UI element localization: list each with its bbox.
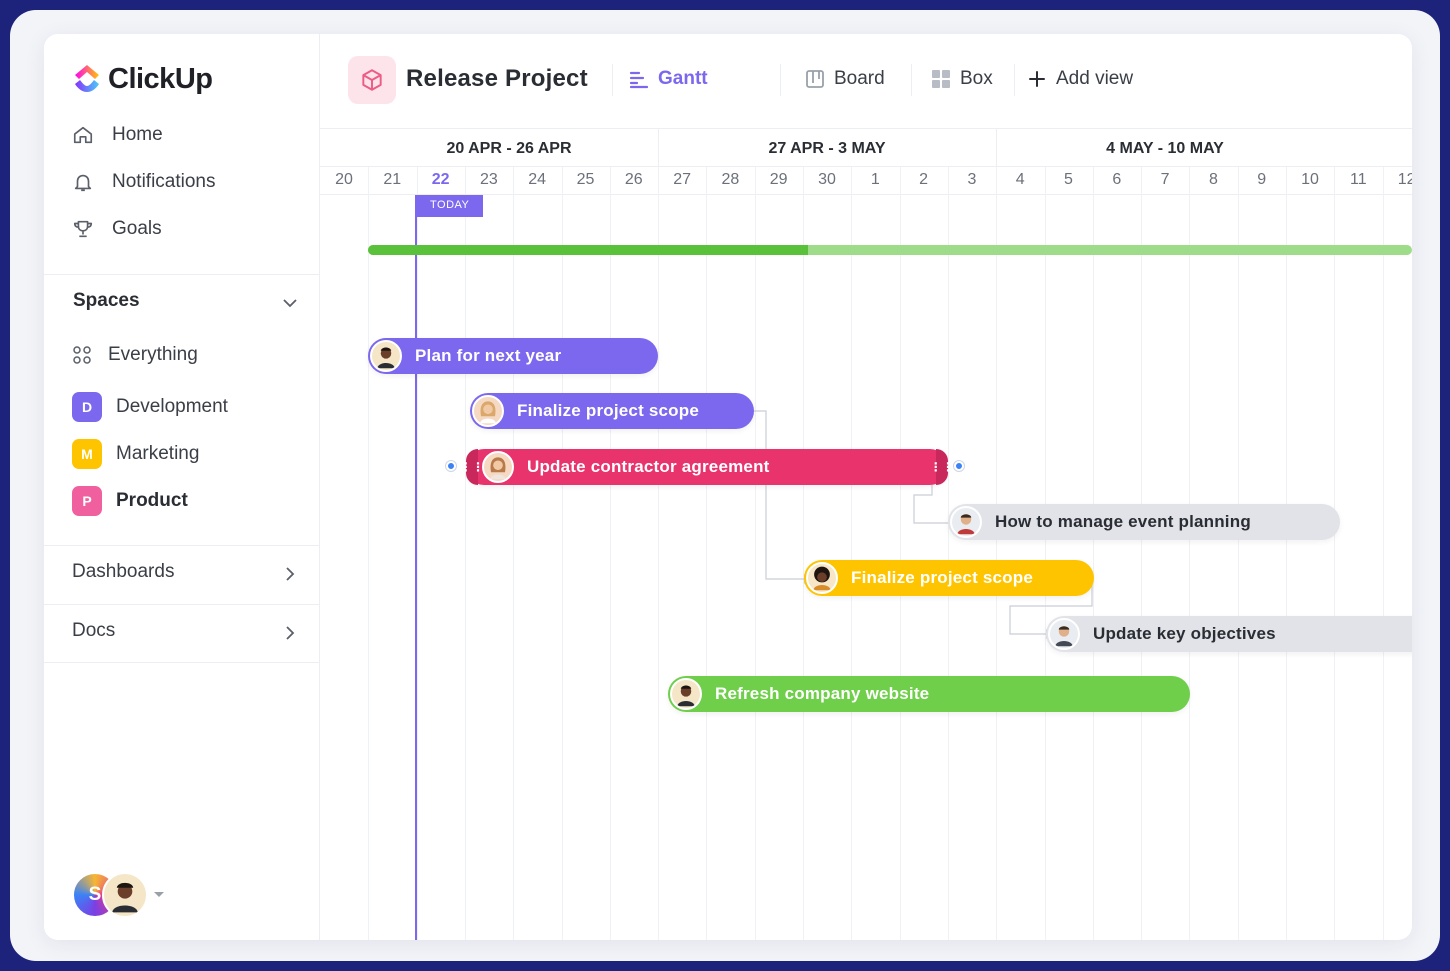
nav-notifications-label: Notifications (112, 171, 216, 192)
spaces-heading[interactable]: Spaces (73, 290, 140, 312)
tab-gantt-label: Gantt (658, 68, 708, 89)
assignee-avatar[interactable] (950, 506, 982, 538)
add-view-button[interactable]: Add view (1026, 68, 1133, 90)
nav-home-label: Home (112, 124, 163, 145)
assignee-avatar[interactable] (370, 340, 402, 372)
sidebar: ClickUp Home Notifications Goals Spaces (44, 34, 320, 940)
caret-down-icon[interactable] (154, 892, 164, 897)
cube-icon (362, 69, 382, 91)
nav-goals-label: Goals (112, 218, 162, 239)
space-marketing[interactable]: M Marketing (72, 439, 199, 469)
task-label: Plan for next year (415, 346, 562, 365)
main-area: Release Project Gantt Board Box Add view… (320, 34, 1412, 940)
space-development-label: Development (116, 396, 228, 417)
tab-board[interactable]: Board (804, 68, 885, 90)
home-icon (73, 126, 93, 144)
task-bar[interactable]: How to manage event planning (948, 504, 1340, 540)
space-product-label: Product (116, 490, 188, 511)
task-bar[interactable]: Finalize project scope (470, 393, 754, 429)
space-badge: P (72, 486, 102, 516)
space-badge: D (72, 392, 102, 422)
drag-connector-dot[interactable] (954, 461, 964, 471)
tab-board-label: Board (834, 68, 885, 89)
project-title: Release Project (406, 65, 588, 92)
dashboards-link[interactable]: Dashboards (72, 561, 174, 583)
chevron-down-icon[interactable] (281, 294, 299, 312)
space-badge: M (72, 439, 102, 469)
sidebar-divider (44, 545, 320, 546)
top-bar: Release Project Gantt Board Box Add view (320, 34, 1412, 129)
chevron-right-icon[interactable] (281, 565, 299, 583)
teammate-avatar[interactable] (102, 872, 148, 918)
sidebar-divider (44, 662, 320, 663)
task-label: Update contractor agreement (527, 457, 770, 476)
task-label: Refresh company website (715, 684, 930, 703)
assignee-avatar[interactable] (472, 395, 504, 427)
space-everything-label: Everything (108, 344, 198, 365)
project-icon (348, 56, 396, 104)
space-marketing-label: Marketing (116, 443, 200, 464)
tab-gantt[interactable]: Gantt (628, 68, 708, 90)
add-view-label: Add view (1056, 68, 1134, 89)
assignee-avatar[interactable] (670, 678, 702, 710)
assignee-avatar[interactable] (1048, 618, 1080, 650)
plus-icon (1029, 71, 1045, 87)
separator (1014, 64, 1015, 96)
space-development[interactable]: D Development (72, 392, 228, 422)
space-product[interactable]: P Product (72, 486, 188, 516)
logo-text: ClickUp (108, 62, 213, 95)
separator (612, 64, 613, 96)
tab-box-label: Box (960, 68, 993, 89)
separator (780, 64, 781, 96)
clickup-logo-icon (75, 65, 99, 92)
nav-notifications[interactable]: Notifications (72, 171, 216, 193)
grid-dots-icon (73, 346, 91, 364)
task-label: Update key objectives (1093, 624, 1276, 643)
task-label: How to manage event planning (995, 512, 1251, 531)
board-icon (806, 70, 824, 88)
box-icon (932, 70, 950, 88)
sidebar-divider (44, 604, 320, 605)
gantt-icon (629, 71, 649, 89)
drag-connector-dot[interactable] (446, 461, 456, 471)
task-label: Finalize project scope (851, 568, 1034, 587)
task-bar[interactable]: Update key objectives (1046, 616, 1412, 652)
assignee-avatar[interactable] (482, 451, 514, 483)
task-label: Finalize project scope (517, 401, 700, 420)
app-window: ClickUp Home Notifications Goals Spaces (44, 34, 1412, 940)
nav-goals[interactable]: Goals (72, 218, 162, 240)
task-bar[interactable]: Finalize project scope (804, 560, 1094, 596)
space-everything[interactable]: Everything (72, 344, 198, 366)
assignee-avatar[interactable] (806, 562, 838, 594)
chevron-right-icon[interactable] (281, 624, 299, 642)
docs-link[interactable]: Docs (72, 620, 115, 642)
clickup-logo[interactable]: ClickUp (72, 62, 213, 96)
task-bar-selected[interactable]: ⋮⋮ Update contractor agreement ⋮⋮ (460, 449, 954, 485)
bell-icon (74, 174, 92, 192)
gantt-chart: 20 APR - 26 APR 27 APR - 3 MAY 4 MAY - 1… (320, 129, 1412, 940)
task-bar[interactable]: Refresh company website (668, 676, 1190, 712)
tab-box[interactable]: Box (930, 68, 993, 90)
window-frame: ClickUp Home Notifications Goals Spaces (10, 10, 1440, 961)
separator (911, 64, 912, 96)
trophy-icon (73, 220, 93, 238)
task-bar[interactable]: Plan for next year (368, 338, 658, 374)
drag-handle-icon[interactable]: ⋮⋮ (460, 449, 484, 485)
sidebar-divider (44, 274, 320, 275)
nav-home[interactable]: Home (72, 124, 163, 146)
